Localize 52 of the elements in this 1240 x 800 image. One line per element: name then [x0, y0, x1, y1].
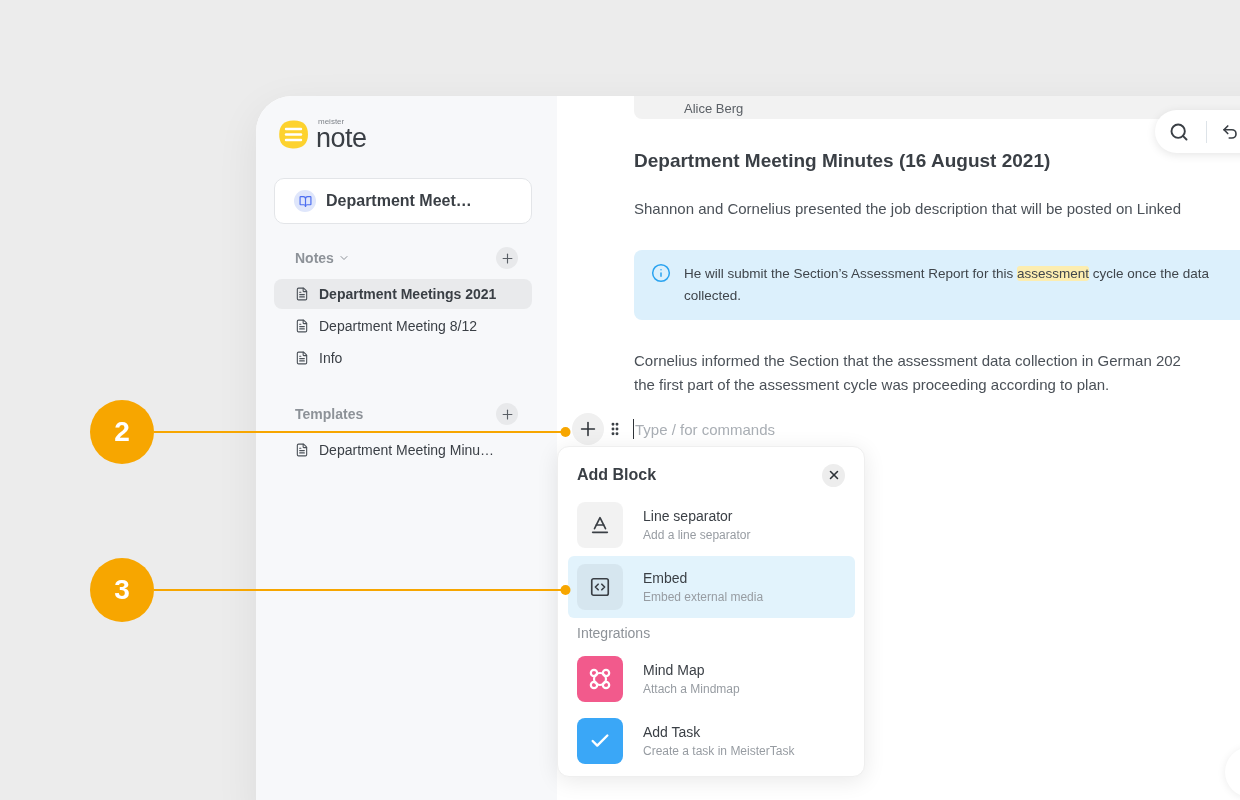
- mindmap-icon: [577, 656, 623, 702]
- text-baseline-icon: [577, 502, 623, 548]
- sidebar-item[interactable]: Department Meetings 2021: [274, 279, 532, 309]
- code-icon: [577, 564, 623, 610]
- info-icon: [651, 263, 671, 283]
- menu-item[interactable]: Embed Embed external media: [568, 556, 855, 618]
- search-button[interactable]: [1169, 121, 1189, 142]
- sidebar-item[interactable]: Info: [274, 343, 532, 373]
- document-icon: [295, 319, 309, 333]
- add-button[interactable]: [496, 247, 518, 269]
- logo-tagline: meister: [318, 118, 346, 126]
- item-label: Info: [319, 350, 343, 366]
- checkmark-icon: [577, 718, 623, 764]
- item-title: Add Task: [643, 723, 702, 741]
- step-badge: 2: [90, 400, 154, 464]
- document-icon: [295, 443, 309, 457]
- notebook-selector[interactable]: Department Meet…: [274, 178, 532, 224]
- paragraph: Cornelius informed the Section that the assessment data collection in German 202 the first part of the assessment cycle was proceeding according to plan.: [634, 351, 1182, 395]
- logo-wordmark: note: [316, 126, 367, 150]
- item-description: Attach a Mindmap: [643, 681, 740, 697]
- item-title: Embed: [643, 569, 689, 587]
- step-badge: 3: [90, 558, 154, 622]
- menu-item[interactable]: Add Task Create a task in MeisterTask: [568, 710, 855, 772]
- callout-text: He will submit the Section’s Assessment Report for this assessment cycle once the data collected.: [684, 265, 1209, 305]
- add-button[interactable]: [496, 403, 518, 425]
- item-title: Line separator: [643, 507, 734, 525]
- sidebar-item[interactable]: Department Meeting 8/12: [274, 311, 532, 341]
- undo-button[interactable]: [1221, 122, 1239, 141]
- logo-icon: [278, 118, 309, 150]
- document-icon: [295, 287, 309, 301]
- author-name: Alice Berg: [684, 101, 744, 117]
- close-button[interactable]: [822, 463, 845, 487]
- book-icon: [294, 190, 316, 212]
- item-description: Add a line separator: [643, 527, 751, 543]
- document-icon: [295, 351, 309, 365]
- plus-icon: [499, 406, 515, 422]
- plus-icon: [499, 250, 515, 266]
- document-heading: Department Meeting Minutes (16 August 2021): [634, 149, 1052, 173]
- item-title: Mind Map: [643, 661, 706, 679]
- menu-item[interactable]: Line separator Add a line separator: [568, 494, 855, 556]
- item-description: Create a task in MeisterTask: [643, 743, 795, 759]
- group-label: Integrations: [576, 624, 652, 643]
- editor-input[interactable]: Type / for commands: [633, 419, 953, 439]
- paragraph: Shannon and Cornelius presented the job description that will be posted on Linked: [634, 199, 1183, 219]
- item-label: Department Meeting 8/12: [319, 318, 477, 334]
- menu-title: Add Block: [577, 466, 657, 484]
- menu-item[interactable]: Mind Map Attach a Mindmap: [568, 648, 855, 710]
- item-label: Department Meeting Minu…: [319, 442, 495, 458]
- sidebar-item[interactable]: Department Meeting Minu…: [274, 435, 532, 465]
- item-description: Embed external media: [643, 589, 764, 605]
- add-block-button[interactable]: [572, 413, 604, 445]
- item-label: Department Meetings 2021: [319, 286, 497, 302]
